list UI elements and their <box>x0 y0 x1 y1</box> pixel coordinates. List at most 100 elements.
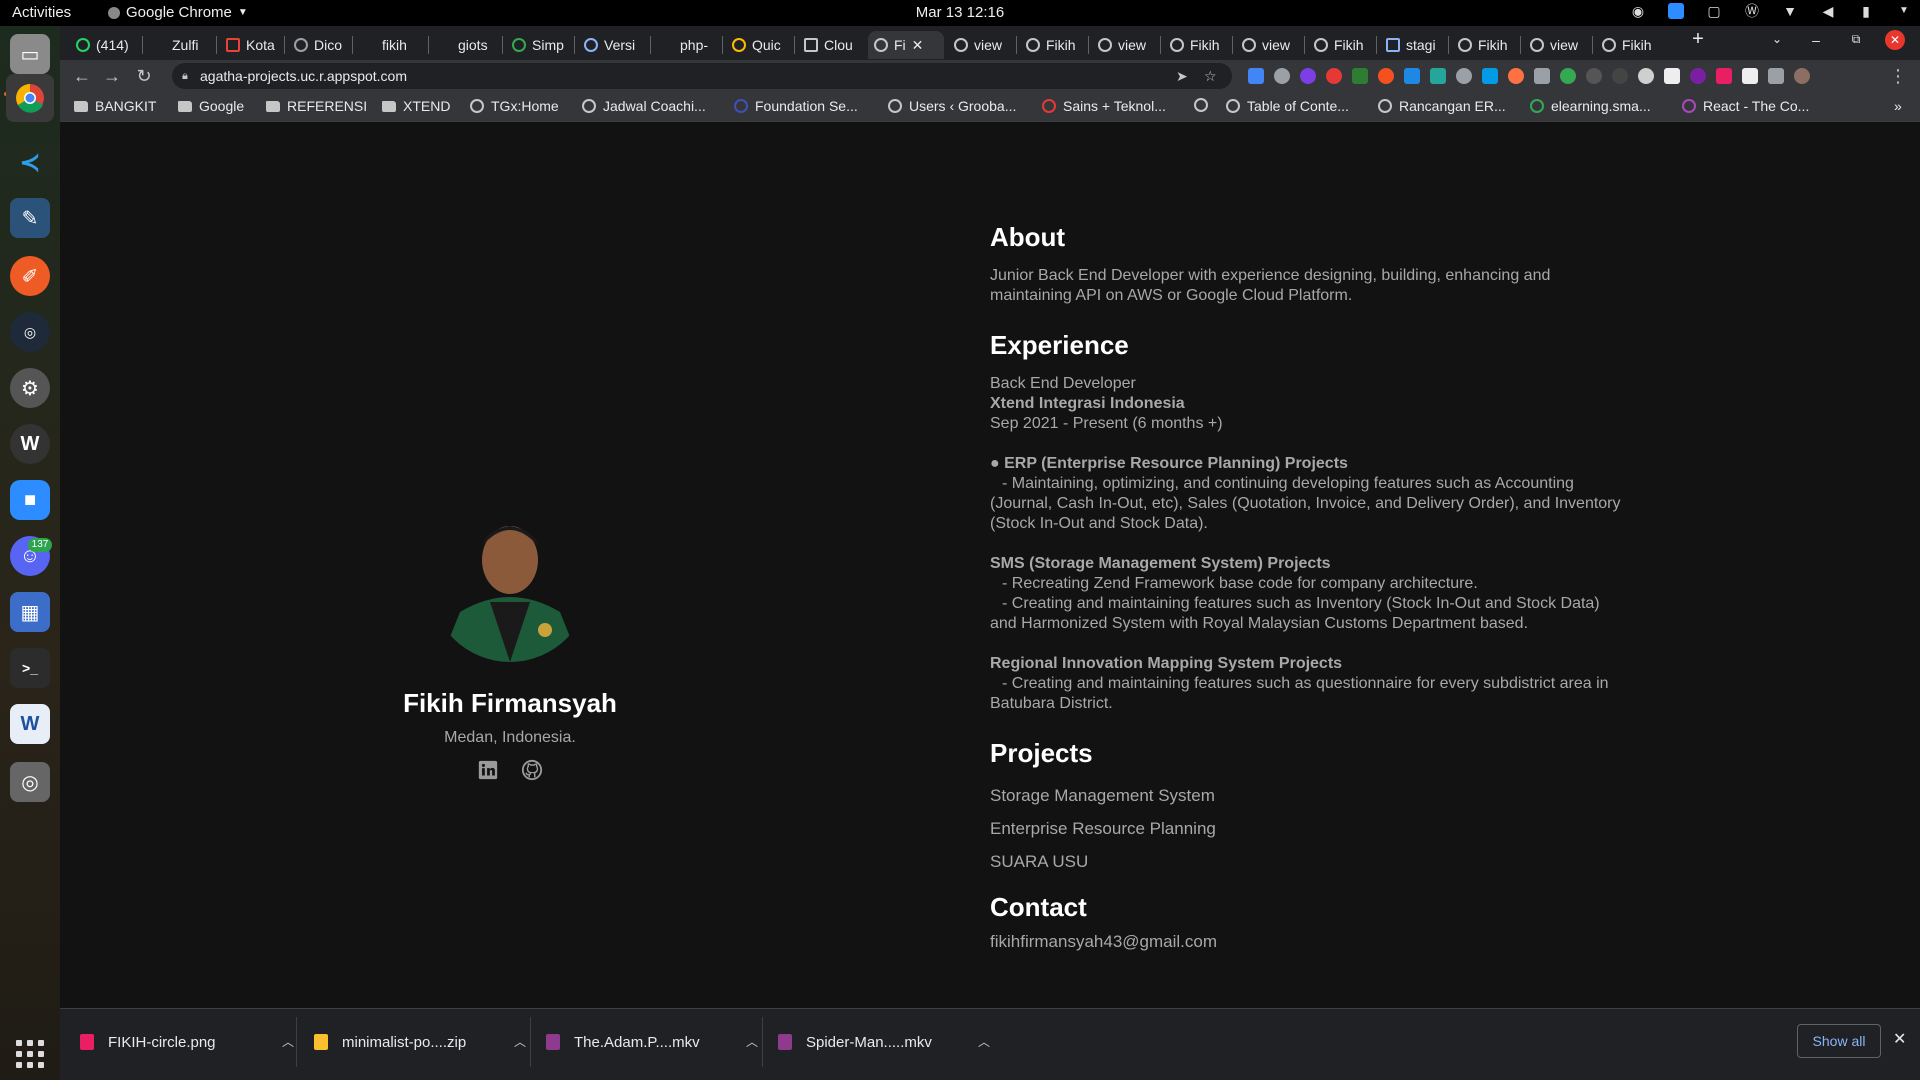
tab[interactable]: Fikih <box>1164 31 1230 59</box>
tab[interactable]: view <box>948 31 1014 59</box>
bookmark-link[interactable]: elearning.sma... <box>1530 98 1651 114</box>
settings-icon[interactable]: ⚙ <box>10 368 50 408</box>
download-item[interactable]: FIKIH-circle.png ︿ <box>80 1017 310 1067</box>
forward-icon[interactable]: → <box>100 64 124 88</box>
chrome-icon[interactable] <box>6 74 54 122</box>
anydesk-icon[interactable]: ◎ <box>10 312 50 352</box>
close-icon[interactable]: ✕ <box>1893 1029 1906 1049</box>
tab[interactable]: view <box>1524 31 1590 59</box>
extension-icon[interactable] <box>1482 68 1498 84</box>
tab[interactable]: Fikih <box>1308 31 1374 59</box>
back-icon[interactable]: ← <box>70 64 94 88</box>
screen-icon[interactable]: ▢ <box>1706 3 1722 19</box>
download-item[interactable]: minimalist-po....zip ︿ <box>314 1017 544 1067</box>
system-tray[interactable]: ◉ ▢ Ⓦ ▼ ◀ ▮ ▼ <box>1630 3 1912 19</box>
tab[interactable]: Clou <box>798 31 864 59</box>
linkedin-icon[interactable] <box>477 759 499 781</box>
chevron-up-icon[interactable]: ︿ <box>978 1033 990 1050</box>
bookmarks-overflow-icon[interactable]: » <box>1894 98 1902 114</box>
bookmark-link[interactable]: Foundation Se... <box>734 98 858 114</box>
postman-icon[interactable]: ✐ <box>10 256 50 296</box>
tab-active[interactable]: Fi ✕ <box>868 31 944 59</box>
bookmark-link[interactable]: React - The Co... <box>1682 98 1809 114</box>
wps-icon[interactable]: W <box>10 424 50 464</box>
extension-icon[interactable] <box>1716 68 1732 84</box>
project-link[interactable]: SUARA USU <box>990 852 1630 872</box>
tab[interactable]: (414) <box>70 31 140 59</box>
extension-icon[interactable] <box>1586 68 1602 84</box>
send-icon[interactable]: ➤ <box>1176 63 1188 89</box>
extension-icon[interactable] <box>1742 68 1758 84</box>
notion-extension-icon[interactable] <box>1664 68 1680 84</box>
maximize-icon[interactable]: ⧉ <box>1845 32 1867 47</box>
contact-email[interactable]: fikihfirmansyah43@gmail.com <box>990 932 1217 951</box>
chevron-up-icon[interactable]: ︿ <box>746 1033 758 1050</box>
tab[interactable]: Versi <box>578 31 644 59</box>
lock-icon[interactable]: 🔒︎ <box>182 63 188 89</box>
screenshot-icon[interactable]: ▦ <box>10 592 50 632</box>
show-apps-icon[interactable] <box>16 1040 44 1068</box>
camera-extension-icon[interactable] <box>1534 68 1550 84</box>
zoom-icon[interactable]: ■ <box>10 480 50 520</box>
terminal-icon[interactable]: >_ <box>10 648 50 688</box>
files-icon[interactable]: ▭ <box>10 34 50 74</box>
tab[interactable]: stagi <box>1380 31 1446 59</box>
project-link[interactable]: Storage Management System <box>990 786 1630 806</box>
tab[interactable]: Simp <box>506 31 572 59</box>
tab[interactable]: giots <box>432 31 500 59</box>
tab[interactable]: Zulfi <box>146 31 214 59</box>
disk-icon[interactable]: ◎ <box>10 762 50 802</box>
tab[interactable]: view <box>1236 31 1302 59</box>
zoom-tray-icon[interactable] <box>1668 3 1684 19</box>
extension-icon[interactable] <box>1430 68 1446 84</box>
bookmark-link[interactable]: Rancangan ER... <box>1378 98 1506 114</box>
extension-icon[interactable] <box>1404 68 1420 84</box>
tab[interactable]: php- <box>654 31 720 59</box>
discord-tray-icon[interactable]: ◉ <box>1630 3 1646 19</box>
tab[interactable]: view <box>1092 31 1158 59</box>
bookmark-link[interactable]: Users ‹ Grooba... <box>888 98 1016 114</box>
close-icon[interactable]: ✕ <box>912 37 924 54</box>
chevron-up-icon[interactable]: ︿ <box>514 1033 526 1050</box>
minimize-icon[interactable]: – <box>1805 32 1827 48</box>
tab[interactable]: Fikih <box>1452 31 1518 59</box>
tab[interactable]: fikih <box>356 31 426 59</box>
download-item[interactable]: The.Adam.P....mkv ︿ <box>546 1017 776 1067</box>
globe-extension-icon[interactable] <box>1274 68 1290 84</box>
extension-icon[interactable] <box>1508 68 1524 84</box>
extension-icon[interactable] <box>1456 68 1472 84</box>
chevron-down-icon[interactable]: ▼ <box>1896 3 1912 19</box>
project-link[interactable]: Enterprise Resource Planning <box>990 819 1630 839</box>
bookmark-link[interactable]: Jadwal Coachi... <box>582 98 706 114</box>
bookmark-link[interactable]: Table of Conte... <box>1226 98 1349 114</box>
chevron-up-icon[interactable]: ︿ <box>282 1033 294 1050</box>
vscode-icon[interactable]: ≺ <box>10 142 50 182</box>
bookmark-folder[interactable]: Google <box>178 98 244 114</box>
extension-icon[interactable] <box>1560 68 1576 84</box>
tab[interactable]: Kota <box>220 31 282 59</box>
bookmark-folder[interactable]: BANGKIT <box>74 98 156 114</box>
extension-icon[interactable] <box>1690 68 1706 84</box>
tab[interactable]: Fikih <box>1020 31 1086 59</box>
address-bar[interactable]: 🔒︎ agatha-projects.uc.r.appspot.com ➤ ☆ <box>172 63 1232 89</box>
tab-search-icon[interactable]: ⌄ <box>1766 32 1788 46</box>
bookmark-link[interactable]: Sains + Teknol... <box>1042 98 1166 114</box>
bookmark-link[interactable]: TGx:Home <box>470 98 559 114</box>
adblock-icon[interactable] <box>1326 68 1342 84</box>
extension-icon[interactable] <box>1638 68 1654 84</box>
show-all-button[interactable]: Show all <box>1797 1024 1881 1058</box>
battery-icon[interactable]: ▮ <box>1858 3 1874 19</box>
extension-icon[interactable] <box>1352 68 1368 84</box>
close-window-icon[interactable]: ✕ <box>1885 30 1905 50</box>
menu-kebab-icon[interactable]: ⋮ <box>1886 64 1910 88</box>
extension-icon[interactable] <box>1378 68 1394 84</box>
writer-icon[interactable]: W <box>10 704 50 744</box>
tab[interactable]: Dico <box>288 31 350 59</box>
puzzle-icon[interactable] <box>1768 68 1784 84</box>
reload-icon[interactable]: ↻ <box>132 64 156 88</box>
volume-icon[interactable]: ◀ <box>1820 3 1836 19</box>
tab[interactable]: Fikih <box>1596 31 1662 59</box>
profile-avatar[interactable] <box>1794 68 1810 84</box>
extension-icon[interactable] <box>1612 68 1628 84</box>
wifi-icon[interactable]: ▼ <box>1782 3 1798 19</box>
